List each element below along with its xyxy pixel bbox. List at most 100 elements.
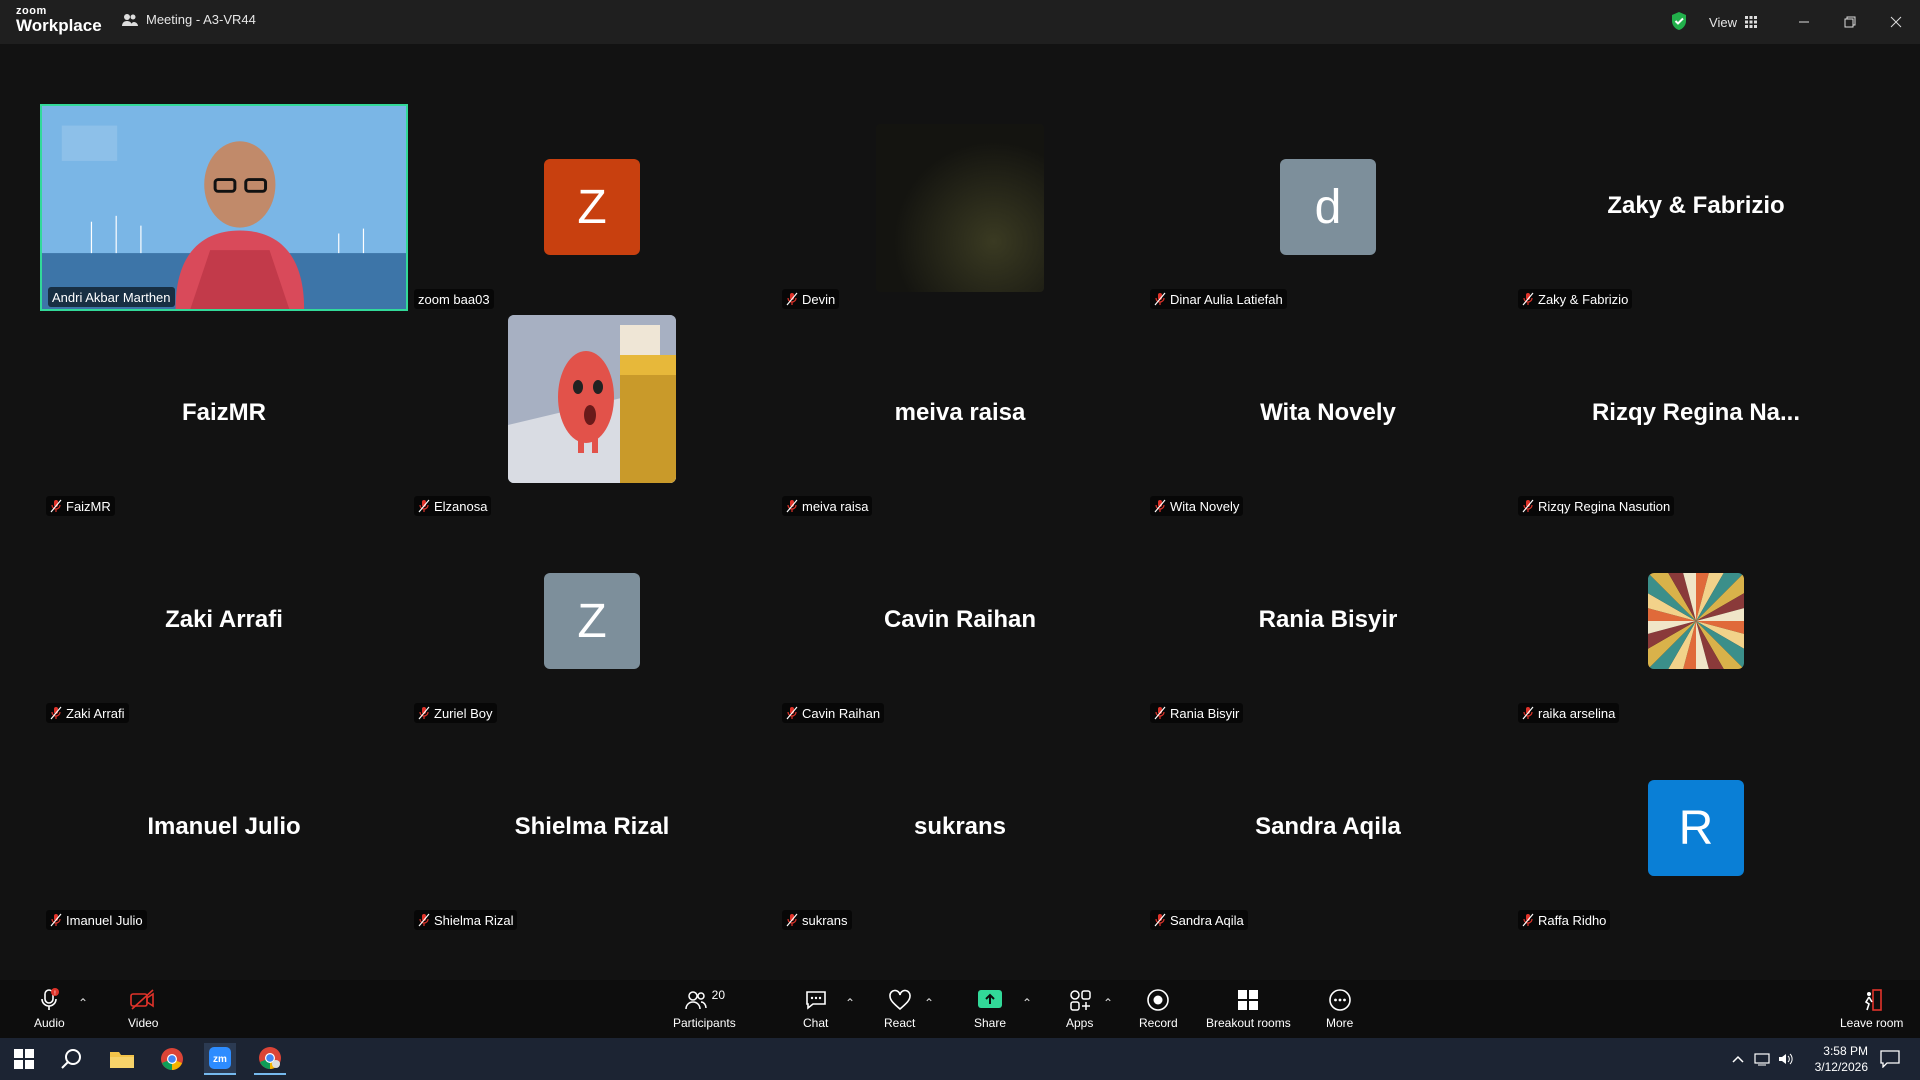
more-label: More — [1326, 1016, 1354, 1030]
microphone-muted-icon — [786, 913, 798, 927]
record-label: Record — [1139, 1016, 1178, 1030]
close-icon[interactable] — [1884, 10, 1908, 34]
participant-name: meiva raisa — [802, 498, 869, 514]
participant-name-label: Elzanosa — [414, 496, 492, 516]
taskbar-clock[interactable]: 3:58 PM 3/12/2026 — [1815, 1043, 1868, 1075]
participant-tile[interactable]: meiva raisa meiva raisa — [776, 311, 1144, 518]
search-icon[interactable] — [56, 1043, 88, 1075]
apps-button[interactable]: Apps — [1066, 988, 1093, 1030]
view-button[interactable]: View — [1698, 9, 1768, 35]
breakout-rooms-button[interactable]: Breakout rooms — [1206, 988, 1291, 1030]
video-button[interactable]: Video — [128, 988, 158, 1030]
microphone-muted-icon — [1522, 499, 1534, 513]
participant-tile[interactable]: Andri Akbar Marthen — [40, 104, 408, 311]
record-button[interactable]: Record — [1139, 988, 1178, 1030]
participant-tile[interactable]: Zaki Arrafi Zaki Arrafi — [40, 518, 408, 725]
participant-video — [42, 106, 406, 309]
microphone-muted-icon — [1154, 292, 1166, 306]
volume-icon[interactable] — [1776, 1043, 1796, 1075]
participant-name: Rizqy Regina Nasution — [1538, 498, 1671, 514]
participant-tile[interactable]: Wita Novely Wita Novely — [1144, 311, 1512, 518]
participant-tile[interactable]: R Raffa Ridho — [1512, 725, 1880, 932]
participant-avatar: Z — [544, 159, 640, 255]
participant-tile[interactable]: Rizqy Regina Na... Rizqy Regina Nasution — [1512, 311, 1880, 518]
participant-tile[interactable]: Sandra Aqila Sandra Aqila — [1144, 725, 1512, 932]
participant-name-display: Zaki Arrafi — [165, 606, 283, 633]
title-bar: zoom Workplace Meeting - A3-VR44 View — [0, 0, 1920, 44]
view-label: View — [1709, 14, 1737, 30]
video-off-icon — [130, 989, 155, 1010]
meeting-info[interactable]: Meeting - A3-VR44 — [122, 12, 256, 27]
more-button[interactable]: More — [1326, 988, 1353, 1030]
participant-name-label: zoom baa03 — [414, 289, 494, 309]
participant-name-display: Sandra Aqila — [1255, 813, 1401, 840]
participant-tile[interactable]: Devin — [776, 104, 1144, 311]
network-icon[interactable] — [1752, 1043, 1772, 1075]
leave-room-label: Leave room — [1840, 1016, 1904, 1030]
participant-name: Shielma Rizal — [434, 912, 514, 928]
participant-name-label: Cavin Raihan — [782, 703, 885, 723]
leave-room-icon — [1864, 989, 1882, 1011]
minimize-icon[interactable] — [1792, 10, 1816, 34]
participant-tile[interactable]: sukrans sukrans — [776, 725, 1144, 932]
audio-button[interactable]: ! Audio — [34, 988, 65, 1030]
microphone-muted-icon — [418, 706, 430, 720]
participant-name-label: Sandra Aqila — [1150, 910, 1248, 930]
file-explorer-icon[interactable] — [106, 1043, 138, 1075]
react-button[interactable]: React — [884, 988, 915, 1030]
audio-options-caret-icon[interactable]: ⌃ — [78, 996, 88, 1010]
apps-label: Apps — [1066, 1016, 1094, 1030]
participant-name-display: FaizMR — [182, 399, 266, 426]
windows-start-icon[interactable] — [8, 1043, 40, 1075]
apps-options-caret-icon[interactable]: ⌃ — [1103, 996, 1113, 1010]
windows-taskbar: zm 3:58 PM 3/12/2026 — [0, 1038, 1920, 1080]
participant-name: Wita Novely — [1170, 498, 1240, 514]
avatar-letter: R — [1678, 801, 1714, 855]
participant-tile[interactable]: FaizMR FaizMR — [40, 311, 408, 518]
participant-tile[interactable]: Rania Bisyir Rania Bisyir — [1144, 518, 1512, 725]
participant-tile[interactable]: Zzoom baa03 — [408, 104, 776, 311]
participant-name-label: Wita Novely — [1150, 496, 1244, 516]
participant-tile[interactable]: raika arselina — [1512, 518, 1880, 725]
avatar-letter: Z — [577, 180, 607, 234]
participant-name-label: sukrans — [782, 910, 852, 930]
zoom-taskbar-icon[interactable]: zm — [204, 1043, 236, 1075]
participant-tile[interactable]: Imanuel Julio Imanuel Julio — [40, 725, 408, 932]
video-label: Video — [128, 1016, 159, 1030]
participant-tile[interactable]: Shielma Rizal Shielma Rizal — [408, 725, 776, 932]
microphone-muted-icon — [786, 706, 798, 720]
chrome-profile-icon[interactable] — [254, 1043, 286, 1075]
participant-name-display: meiva raisa — [894, 399, 1026, 426]
participant-name-label: Rizqy Regina Nasution — [1518, 496, 1675, 516]
participant-name-label: Zuriel Boy — [414, 703, 497, 723]
participant-name-label: Devin — [782, 289, 840, 309]
share-options-caret-icon[interactable]: ⌃ — [1022, 996, 1032, 1010]
participant-tile[interactable]: Cavin Raihan Cavin Raihan — [776, 518, 1144, 725]
share-button[interactable]: Share — [974, 988, 1006, 1030]
participants-count: 20 — [711, 988, 726, 1002]
participant-name-display: Rizqy Regina Na... — [1591, 399, 1801, 426]
leave-room-button[interactable]: Leave room — [1840, 988, 1903, 1030]
encryption-shield-icon[interactable] — [1668, 10, 1690, 32]
participant-tile[interactable]: d Dinar Aulia Latiefah — [1144, 104, 1512, 311]
participant-name: Dinar Aulia Latiefah — [1170, 291, 1283, 307]
restore-icon[interactable] — [1838, 10, 1862, 34]
participant-tile[interactable]: Z Zuriel Boy — [408, 518, 776, 725]
participants-button[interactable]: 20 Participants — [673, 988, 736, 1030]
notifications-icon[interactable] — [1874, 1043, 1906, 1075]
participant-name-label: Andri Akbar Marthen — [48, 287, 175, 307]
react-options-caret-icon[interactable]: ⌃ — [924, 996, 934, 1010]
participant-name: Zaky & Fabrizio — [1538, 291, 1629, 307]
meeting-title: Meeting - A3-VR44 — [146, 12, 256, 27]
microphone-muted-icon — [418, 913, 430, 927]
chat-button[interactable]: Chat — [803, 988, 828, 1030]
show-hidden-icons-icon[interactable] — [1728, 1043, 1748, 1075]
participant-tile[interactable]: Elzanosa — [408, 311, 776, 518]
participant-name: zoom baa03 — [418, 291, 490, 307]
chrome-icon[interactable] — [156, 1043, 188, 1075]
participant-name-label: meiva raisa — [782, 496, 873, 516]
participant-tile[interactable]: Zaky & Fabrizio Zaky & Fabrizio — [1512, 104, 1880, 311]
chat-options-caret-icon[interactable]: ⌃ — [845, 996, 855, 1010]
heart-icon — [888, 989, 911, 1011]
more-icon — [1328, 989, 1351, 1011]
